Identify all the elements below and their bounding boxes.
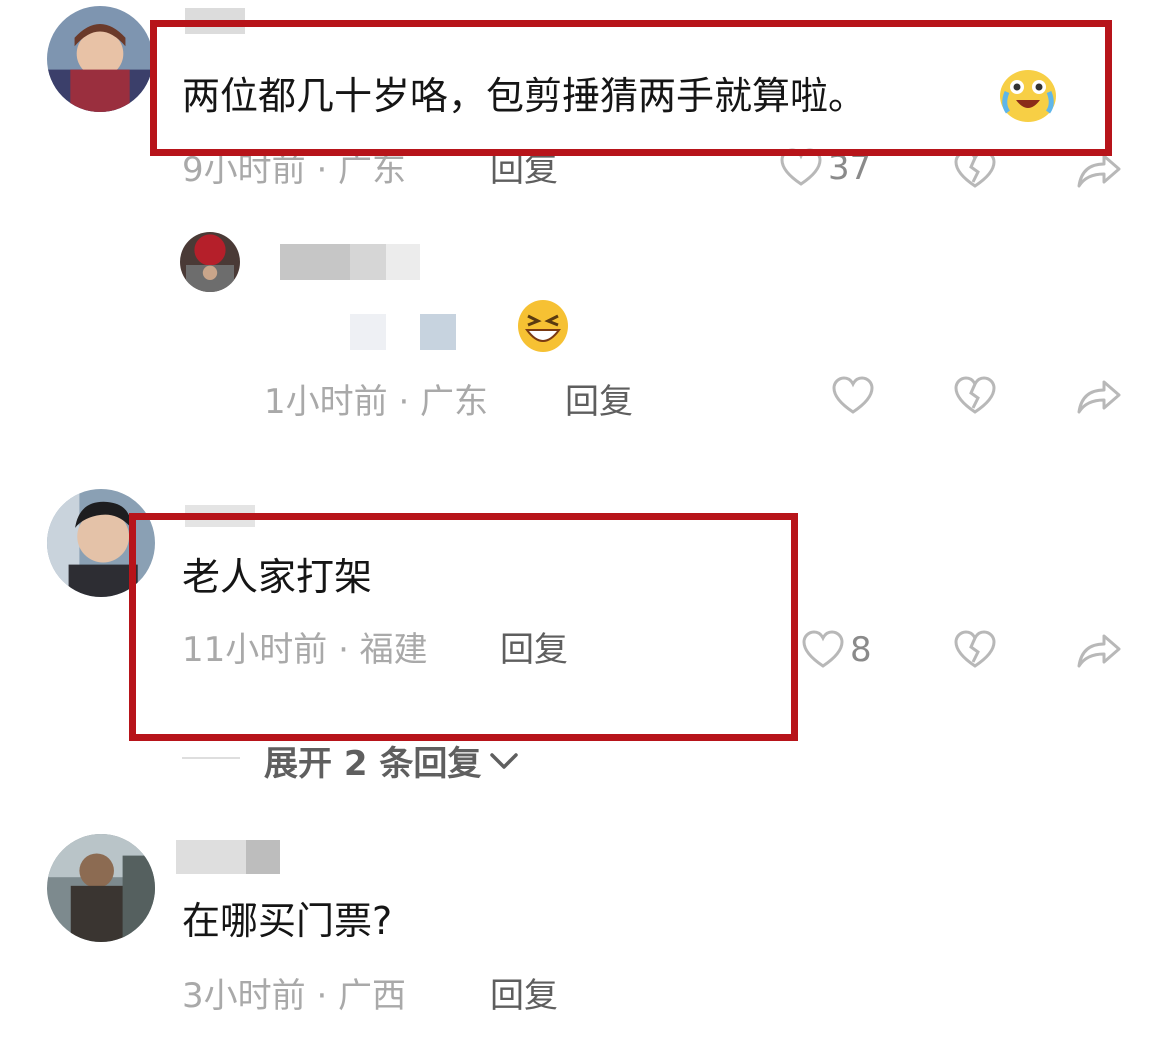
like-button[interactable]: 37 bbox=[780, 148, 871, 188]
reply-button[interactable]: 回复 bbox=[565, 382, 633, 422]
comment-text: 两位都几十岁咯，包剪捶猜两手就算啦。 bbox=[182, 74, 867, 118]
dislike-button[interactable] bbox=[954, 150, 996, 190]
share-button[interactable] bbox=[1076, 152, 1122, 190]
reply-button[interactable]: 回复 bbox=[490, 150, 558, 190]
expand-replies-button[interactable]: 展开 2 条回复 bbox=[264, 736, 519, 785]
username-redacted bbox=[280, 244, 350, 280]
broken-heart-icon bbox=[954, 150, 996, 190]
share-icon bbox=[1076, 378, 1122, 416]
username-redacted bbox=[350, 244, 386, 280]
comment-meta: 3小时前 · 广西 bbox=[182, 976, 407, 1016]
username-redacted bbox=[246, 840, 280, 874]
username-redacted bbox=[176, 840, 246, 874]
highlight-box bbox=[129, 513, 798, 741]
broken-heart-icon bbox=[954, 630, 996, 670]
reply-meta: 1小时前 · 广东 bbox=[264, 382, 489, 422]
avatar[interactable] bbox=[180, 232, 240, 292]
username-redacted bbox=[386, 244, 420, 280]
like-count: 37 bbox=[828, 148, 872, 188]
share-icon bbox=[1076, 632, 1122, 670]
dislike-button[interactable] bbox=[954, 630, 996, 670]
dislike-button[interactable] bbox=[954, 376, 996, 416]
heart-icon bbox=[802, 630, 844, 670]
heart-icon bbox=[780, 148, 822, 188]
like-button[interactable]: 8 bbox=[802, 630, 872, 670]
like-button[interactable] bbox=[832, 376, 874, 416]
avatar[interactable] bbox=[47, 489, 155, 597]
share-icon bbox=[1076, 152, 1122, 190]
comment-meta: 11小时前 · 福建 bbox=[182, 630, 428, 670]
reply-text-redacted bbox=[420, 314, 456, 350]
heart-icon bbox=[832, 376, 874, 416]
chevron-down-icon bbox=[489, 751, 519, 771]
comment-meta: 9小时前 · 广东 bbox=[182, 150, 407, 190]
reply-button[interactable]: 回复 bbox=[490, 976, 558, 1016]
reply-button[interactable]: 回复 bbox=[500, 630, 568, 670]
share-button[interactable] bbox=[1076, 378, 1122, 416]
reply-text-redacted bbox=[350, 314, 386, 350]
username-redacted bbox=[185, 505, 255, 527]
share-button[interactable] bbox=[1076, 632, 1122, 670]
grinning-squint-emoji bbox=[516, 298, 570, 358]
comment-text: 在哪买门票? bbox=[182, 899, 393, 943]
username-redacted bbox=[185, 8, 245, 34]
avatar[interactable] bbox=[47, 6, 153, 112]
avatar[interactable] bbox=[47, 834, 155, 942]
like-count: 8 bbox=[850, 630, 872, 670]
divider bbox=[182, 757, 240, 759]
crying-laughing-emoji bbox=[998, 68, 1058, 128]
comment-text: 老人家打架 bbox=[182, 555, 373, 599]
expand-replies-label: 展开 2 条回复 bbox=[264, 744, 482, 784]
broken-heart-icon bbox=[954, 376, 996, 416]
